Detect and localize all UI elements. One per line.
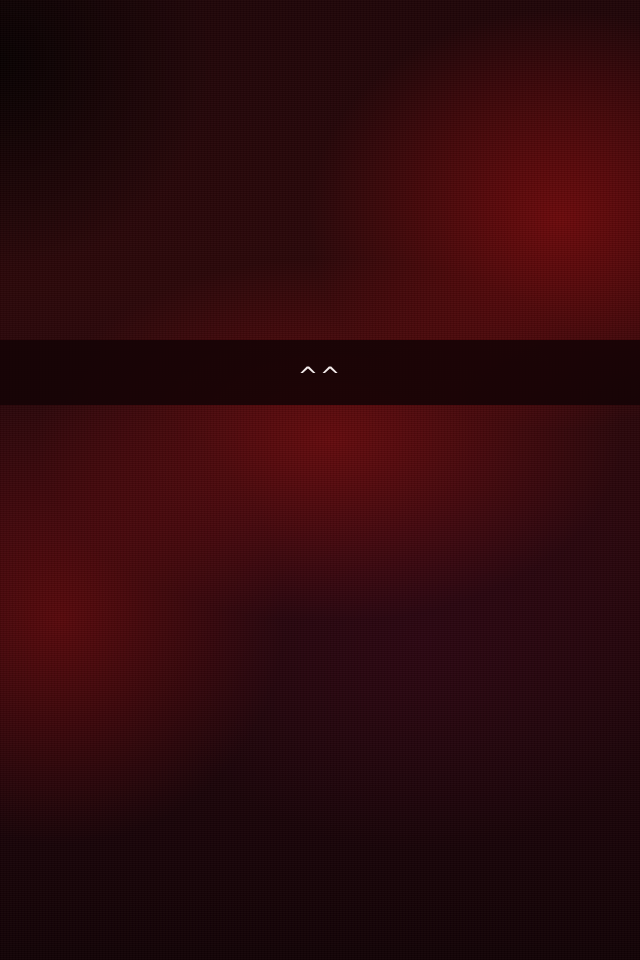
wallpaper-texture [0,0,640,960]
lock-screen: ^^ [0,0,640,960]
swipe-up-bar[interactable]: ^^ [0,340,640,405]
double-caret-up-icon: ^^ [297,361,343,390]
